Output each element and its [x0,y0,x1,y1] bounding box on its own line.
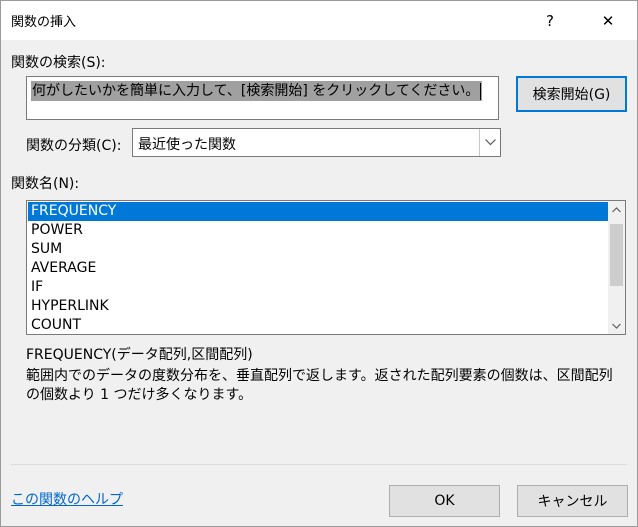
cancel-button[interactable]: キャンセル [517,485,628,517]
ok-label: OK [434,493,455,509]
search-start-button[interactable]: 検索開始(G) [516,76,627,112]
search-input-text: 何がしたいかを簡単に入力して、[検索開始] をクリックしてください。 [31,81,483,101]
list-item[interactable]: POWER [28,221,608,240]
insert-function-dialog: 関数の挿入 ? ✕ 関数の検索(S): 何がしたいかを簡単に入力して、[検索開始… [0,0,638,527]
help-icon: ? [546,11,554,30]
close-button[interactable]: ✕ [585,1,631,40]
list-item[interactable]: SUM [28,240,608,259]
text-caret [480,82,482,100]
vertical-scrollbar[interactable] [608,201,625,334]
list-item-selected[interactable]: FREQUENCY [28,202,608,221]
function-listbox[interactable]: FREQUENCY POWER SUM AVERAGE IF HYPERLINK… [26,200,626,335]
search-input[interactable]: 何がしたいかを簡単に入力して、[検索開始] をクリックしてください。 [26,76,499,120]
list-item[interactable]: AVERAGE [28,259,608,278]
list-item[interactable]: IF [28,278,608,297]
cancel-label: キャンセル [537,494,608,510]
list-item[interactable]: HYPERLINK [28,297,608,316]
divider [11,464,627,465]
ok-button[interactable]: OK [389,485,500,517]
function-help-link[interactable]: この関数のヘルプ [11,489,123,509]
search-label: 関数の検索(S): [11,55,106,71]
function-list-label: 関数名(N): [11,176,80,192]
function-syntax: FREQUENCY(データ配列,区間配列) [26,347,253,363]
close-icon: ✕ [601,11,615,30]
list-item[interactable]: COUNT [28,316,608,334]
search-start-label: 検索開始(G) [532,87,611,103]
window-title: 関数の挿入 [11,15,77,30]
category-label: 関数の分類(C): [26,138,122,154]
function-description: 範囲内でのデータの度数分布を、垂直配列で返します。返された配列要素の個数は、区間… [26,368,613,403]
help-button[interactable]: ? [527,1,573,40]
scrollbar-thumb[interactable] [610,224,623,286]
scroll-up-icon[interactable] [608,201,625,218]
scroll-down-icon[interactable] [608,317,625,334]
category-select[interactable]: 最近使った関数 [132,128,501,157]
chevron-down-icon[interactable] [479,129,500,156]
title-bar: 関数の挿入 ? ✕ [1,1,637,40]
category-selected-value: 最近使った関数 [138,137,236,153]
